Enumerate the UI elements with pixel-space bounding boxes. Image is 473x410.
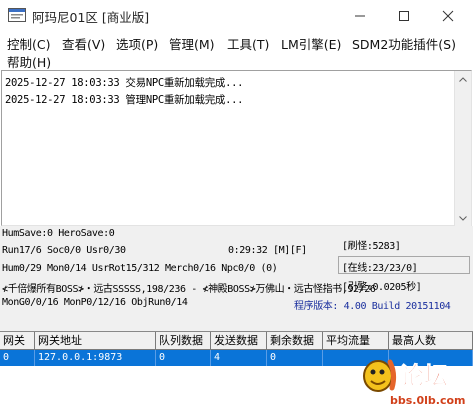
chevron-up-icon (459, 77, 467, 82)
menu-manage[interactable]: 管理(M) (169, 34, 215, 53)
version-label: 程序版本: 4.00 Build 20151104 (294, 301, 451, 312)
status-mon-line: MonG0/0/16 MonP0/12/16 ObjRun0/14 (2, 297, 188, 308)
table-cell: 0 (0, 350, 35, 366)
column-header[interactable]: 发送数据 (211, 332, 267, 350)
menu-lm-engine[interactable]: LM引擎(E) (281, 34, 341, 53)
log-line: 2025-12-27 18:03:33 管理NPC重新加载完成... (5, 94, 244, 106)
scroll-down-button[interactable] (455, 210, 471, 227)
table-cell: 0 (156, 350, 211, 366)
status-time: 0:29:32 [M][F] (228, 245, 307, 256)
app-icon (8, 8, 26, 22)
menu-help[interactable]: 帮助(H) (7, 52, 51, 71)
column-header[interactable]: 平均流量 (323, 332, 389, 350)
engine-time: [引擎:0.0205秒] (342, 282, 422, 293)
menu-sdm2-plugins[interactable]: SDM2功能插件(S) (352, 34, 456, 53)
scroll-up-button[interactable] (455, 71, 471, 88)
menu-tools[interactable]: 工具(T) (227, 34, 269, 53)
status-save-line: HumSave:0 HeroSave:0 (2, 228, 115, 239)
minimize-button[interactable] (340, 0, 380, 32)
table-cell: 0 (267, 350, 323, 366)
log-scrollbar[interactable] (454, 71, 471, 227)
status-panel: HumSave:0 HeroSave:0 Run17/6 Soc0/0 Usr0… (0, 226, 473, 331)
watermark-text: 论坛 (400, 362, 448, 390)
column-header[interactable]: 网关地址 (35, 332, 156, 350)
close-button[interactable] (428, 0, 468, 32)
close-icon (442, 10, 454, 22)
status-boss-line: ≮千倍爆所有BOSS≯・远古SSSSS,198/236 - ≮神殿BOSS≯万佛… (2, 284, 376, 295)
forum-watermark-logo: 论坛 bbs.0lb.com (363, 359, 466, 407)
menu-options[interactable]: 选项(P) (116, 34, 158, 53)
online-count: [在线:23/23/0] (342, 263, 418, 274)
log-line: 2025-12-27 18:03:33 交易NPC重新加载完成... (5, 77, 244, 89)
watermark-url: bbs.0lb.com (390, 394, 466, 407)
monster-count: [刷怪:5283] (342, 241, 401, 252)
menu-control[interactable]: 控制(C) (7, 34, 50, 53)
maximize-icon (399, 11, 409, 21)
status-hum-line: Hum0/29 Mon0/14 UsrRot15/312 Merch0/16 N… (2, 263, 278, 274)
log-output[interactable]: 2025-12-27 18:03:33 交易NPC重新加载完成... 2025-… (1, 70, 472, 227)
menu-view[interactable]: 查看(V) (62, 34, 105, 53)
window-title: 阿玛尼01区 [商业版] (32, 10, 150, 25)
maximize-button[interactable] (384, 0, 424, 32)
title-bar[interactable]: 阿玛尼01区 [商业版] (0, 0, 473, 32)
table-cell: 4 (211, 350, 267, 366)
column-header[interactable]: 网关 (0, 332, 35, 350)
chevron-down-icon (459, 216, 467, 221)
column-header[interactable]: 最高人数 (389, 332, 473, 350)
status-run-line: Run17/6 Soc0/0 Usr0/30 (2, 245, 126, 256)
table-cell: 127.0.0.1:9873 (35, 350, 156, 366)
column-header[interactable]: 队列数据 (156, 332, 211, 350)
menu-bar: 控制(C) 查看(V) 选项(P) 管理(M) 工具(T) LM引擎(E) SD… (0, 32, 473, 70)
column-header[interactable]: 剩余数据 (267, 332, 323, 350)
minimize-icon (355, 15, 365, 17)
